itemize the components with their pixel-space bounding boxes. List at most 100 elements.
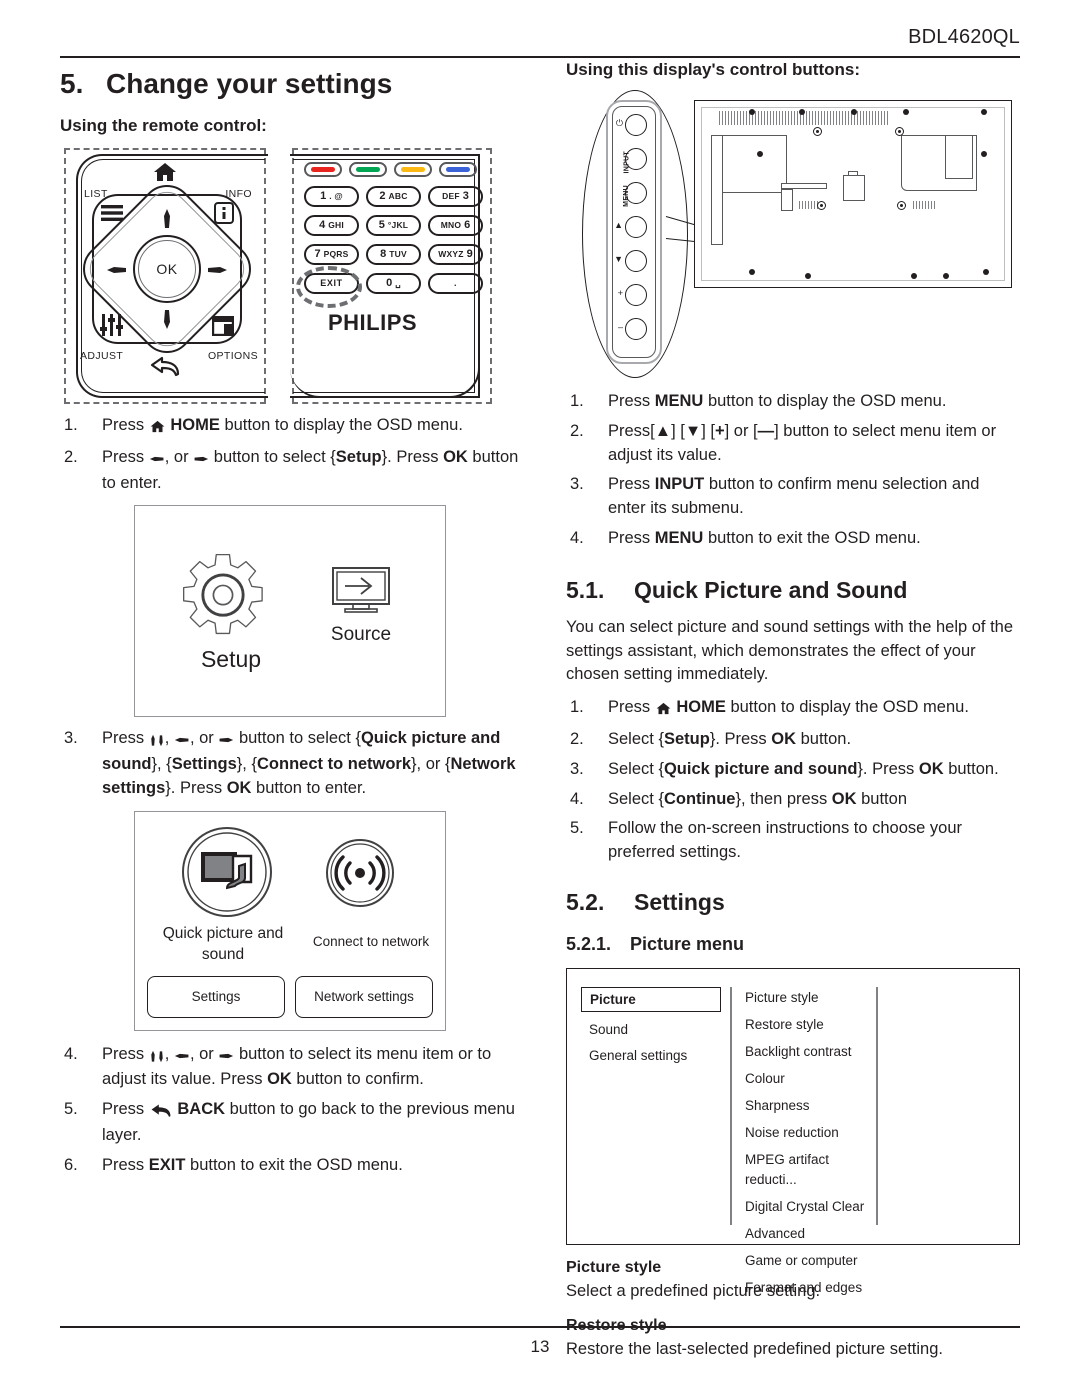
key-2-button[interactable]: 2 ABC — [366, 186, 421, 208]
key-9-button[interactable]: WXYZ 9 — [428, 244, 483, 266]
side-vent-left — [799, 201, 819, 209]
minus-button-circle — [625, 318, 647, 340]
plus-button-symbol: + — [617, 288, 623, 298]
remote-right-half: 1. @2 ABC DEF 3 4 GHI 5 °JKL MNO 6 7 PQRS 8 TUV WXYZ 9 E… — [290, 148, 492, 405]
adjust-icon[interactable] — [100, 314, 124, 337]
step-number: 3. — [570, 475, 584, 494]
minus-button-symbol: – — [617, 322, 623, 332]
yellow-key[interactable] — [394, 162, 432, 178]
step-text: Press MENU button to exit the OSD menu. — [608, 528, 921, 547]
screw-bottom-2 — [805, 273, 811, 279]
key-1-button[interactable]: 1. @ — [304, 186, 359, 208]
step-number: 1. — [570, 698, 584, 717]
input-button[interactable]: INPUT — [623, 148, 647, 174]
source-monitor-icon — [332, 567, 390, 614]
power-button[interactable]: ⏻ — [616, 114, 647, 136]
menu-item-general-settings[interactable]: General settings — [581, 1043, 721, 1069]
list-icon[interactable] — [100, 204, 124, 222]
step-item: 4. Select {Continue}, then press OK butto… — [566, 788, 1020, 812]
green-key[interactable] — [349, 162, 387, 178]
key-8-button[interactable]: 8 TUV — [366, 244, 421, 266]
connector-tab — [848, 171, 858, 176]
key-6-button[interactable]: MNO 6 — [428, 215, 483, 237]
key-sublabel: GHI — [328, 220, 344, 231]
picture-option-game-or-computer[interactable]: Game or computer — [745, 1251, 875, 1278]
minus-button[interactable]: – — [618, 318, 647, 340]
dpad[interactable]: OK — [72, 174, 262, 364]
picture-menu-left-column: Picture Sound General settings — [581, 987, 721, 1068]
key-sublabel: PQRS — [323, 249, 349, 260]
source-label: Source — [330, 624, 392, 646]
key-sublabel: ␣ — [395, 278, 401, 289]
network-settings-button[interactable]: Network settings — [295, 975, 433, 1018]
blue-key[interactable] — [439, 162, 477, 178]
picture-option-backlight-contrast[interactable]: Backlight contrast — [745, 1042, 875, 1069]
back-button[interactable] — [150, 356, 180, 383]
menu-button-label: MENU — [623, 185, 630, 207]
mount-hole-4 — [897, 201, 906, 210]
menu-button[interactable]: MENU — [623, 182, 647, 207]
plus-button[interactable]: + — [618, 284, 647, 306]
menu-item-picture[interactable]: Picture — [581, 987, 721, 1013]
step-text: Press HOME button to display the OSD men… — [102, 416, 463, 434]
step-number: 1. — [570, 392, 584, 410]
picture-option-mpeg-artifact-reducti[interactable]: MPEG artifact reducti... — [745, 1150, 875, 1197]
step-text: Press EXIT button to exit the OSD menu. — [102, 1155, 403, 1174]
chapter-title: Change your settings — [106, 68, 393, 99]
step-item: 5. Press BACK button to go back to the pr… — [60, 1098, 520, 1148]
section-5-1-heading: 5.1. Quick Picture and Sound — [566, 577, 1020, 605]
menu-item-sound[interactable]: Sound — [581, 1017, 721, 1043]
step-text: Press , , or button to select {Quick pic… — [102, 729, 516, 797]
key-7-button[interactable]: 7 PQRS — [304, 244, 359, 266]
red-key[interactable] — [304, 162, 342, 178]
key-label: . — [453, 278, 458, 289]
step-number: 5. — [570, 819, 584, 838]
step-text: Press INPUT button to confirm menu selec… — [608, 475, 980, 517]
settings-button[interactable]: Settings — [147, 975, 285, 1018]
step-item: 1. Press HOME button to display the OSD m… — [60, 414, 520, 440]
picture-menu-divider-1 — [730, 987, 732, 1226]
step-item: 2. Press , or button to select {Setup}. P… — [60, 446, 520, 496]
step-text: Press , , or button to select its menu i… — [102, 1044, 492, 1089]
key-3-button[interactable]: DEF 3 — [428, 186, 483, 208]
input-button-label: INPUT — [623, 151, 630, 174]
picture-option-picture-style[interactable]: Picture style — [745, 988, 875, 1015]
picture-option-digital-crystal-clear[interactable]: Digital Crystal Clear — [745, 1197, 875, 1224]
step-item: 5. Follow the on-screen instructions to c… — [566, 817, 1020, 865]
options-icon[interactable] — [212, 316, 234, 337]
key-0-button[interactable]: 0 ␣ — [366, 273, 421, 295]
left-column: 5. Change your settings Using the remote … — [60, 60, 520, 1183]
step-item: 1. Press HOME button to display the OSD m… — [566, 696, 1020, 722]
picture-option-advanced[interactable]: Advanced — [745, 1224, 875, 1251]
down-button-symbol: ▼ — [614, 254, 623, 264]
ok-button[interactable]: OK — [138, 240, 196, 299]
picture-option-restore-style[interactable]: Restore style — [745, 1015, 875, 1042]
picture-option-foramat-and-edges[interactable]: Foramat and edges — [745, 1278, 875, 1305]
step-number: 3. — [64, 729, 78, 748]
arrow-left-icon — [174, 1045, 190, 1069]
step-number: 4. — [570, 789, 584, 808]
yellow-key-swatch — [401, 167, 425, 173]
key-sublabel: . @ — [329, 191, 343, 202]
gear-icon — [183, 554, 263, 635]
key-5-button[interactable]: 5 °JKL — [366, 215, 421, 237]
key--button[interactable]: . — [428, 273, 483, 295]
picture-option-sharpness[interactable]: Sharpness — [745, 1096, 875, 1123]
picture-option-colour[interactable]: Colour — [745, 1069, 875, 1096]
picture-and-sound-icon — [182, 826, 272, 917]
red-key-swatch — [311, 167, 335, 173]
section-5-2-1-title: Picture menu — [630, 934, 745, 955]
down-button[interactable]: ▼ — [614, 250, 647, 272]
info-icon[interactable] — [214, 202, 234, 225]
up-button[interactable]: ▲ — [614, 216, 647, 238]
picture-option-noise-reduction[interactable]: Noise reduction — [745, 1123, 875, 1150]
step-number: 4. — [64, 1044, 78, 1063]
key-4-button[interactable]: 4 GHI — [304, 215, 359, 237]
keypad-row: 1. @ 2 ABC DEF 3 — [302, 186, 488, 208]
step-item: 2. Select {Setup}. Press OK button. — [566, 728, 1020, 752]
screw-bottom-5 — [983, 269, 989, 275]
mount-hole-3 — [817, 201, 826, 210]
section-5-2-1-number: 5.2.1. — [566, 934, 612, 955]
screw-top-2 — [799, 109, 805, 115]
arrow-right-icon — [218, 1045, 234, 1069]
